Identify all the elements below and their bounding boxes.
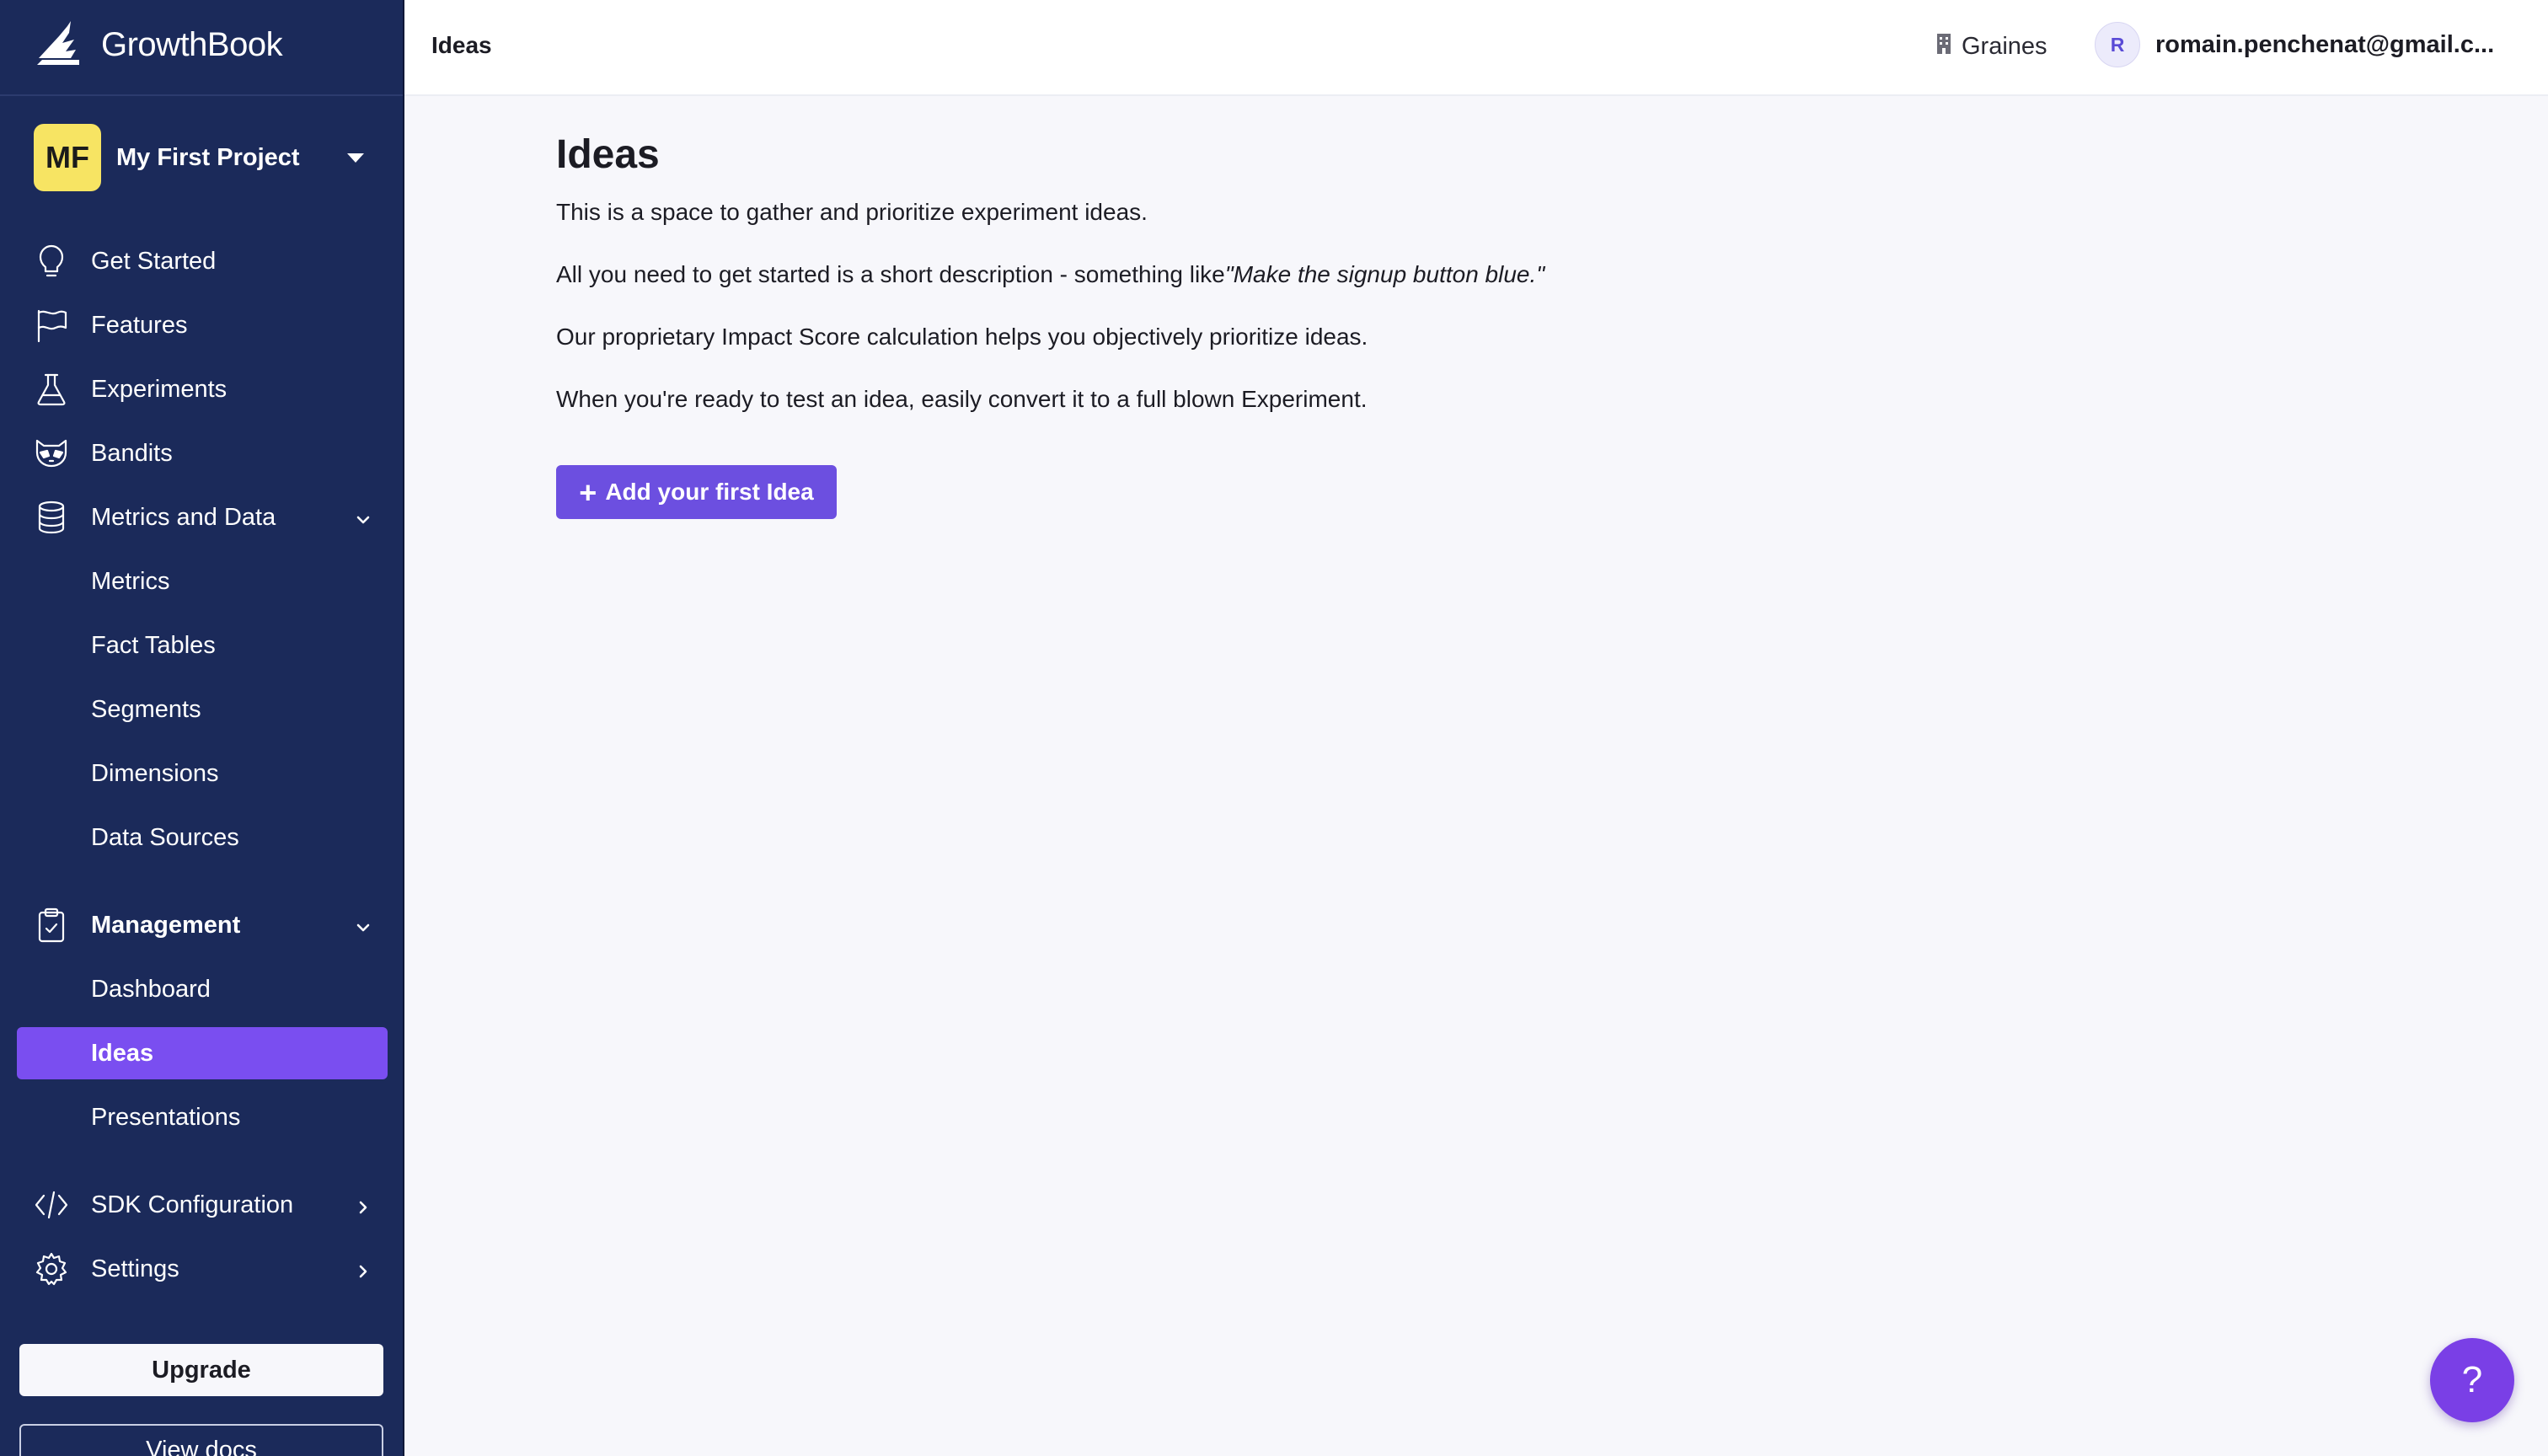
nav-label: Metrics and Data xyxy=(91,503,276,531)
chevron-down-icon xyxy=(354,916,372,934)
nav-metrics[interactable]: Metrics xyxy=(17,555,388,608)
nav-label: Metrics xyxy=(91,567,170,595)
nav-get-started[interactable]: Get Started xyxy=(17,235,388,287)
nav-label: Settings xyxy=(91,1255,179,1282)
logo[interactable]: GrowthBook xyxy=(34,15,283,74)
help-button[interactable]: ? xyxy=(2430,1338,2514,1422)
nav-label: SDK Configuration xyxy=(91,1191,294,1218)
database-icon xyxy=(34,500,69,535)
nav-fact-tables[interactable]: Fact Tables xyxy=(17,619,388,672)
nav-dashboard[interactable]: Dashboard xyxy=(17,963,388,1015)
plus-icon: + xyxy=(579,475,597,510)
example-quote: "Make the signup button blue." xyxy=(1224,261,1545,287)
nav-label: Get Started xyxy=(91,247,217,275)
nav-label: Dashboard xyxy=(91,975,211,1003)
nav-label: Data Sources xyxy=(91,823,239,851)
add-first-idea-button[interactable]: + Add your first Idea xyxy=(556,465,837,519)
impact-score-text: Our proprietary Impact Score calculation… xyxy=(556,324,1368,350)
nav-experiments[interactable]: Experiments xyxy=(17,363,388,415)
page-breadcrumb: Ideas xyxy=(431,32,492,58)
nav-data-sources[interactable]: Data Sources xyxy=(17,811,388,864)
button-label: Add your first Idea xyxy=(605,479,814,505)
flag-icon xyxy=(34,308,69,343)
org-selector[interactable]: Graines xyxy=(1933,30,2048,62)
caret-down-icon xyxy=(347,153,364,163)
project-selector[interactable]: MF My First Project xyxy=(34,123,379,192)
nav-sdk-configuration[interactable]: SDK Configuration xyxy=(17,1179,388,1231)
flask-icon xyxy=(34,372,69,407)
nav-features[interactable]: Features xyxy=(17,299,388,351)
view-docs-button[interactable]: View docs xyxy=(19,1424,383,1456)
nav-bandits[interactable]: Bandits xyxy=(17,427,388,479)
divider xyxy=(0,94,403,96)
nav-settings[interactable]: Settings xyxy=(17,1243,388,1295)
convert-text: When you're ready to test an idea, easil… xyxy=(556,386,1368,412)
chevron-right-icon xyxy=(354,1260,372,1278)
intro-text: This is a space to gather and prioritize… xyxy=(556,199,1148,225)
growthbook-logo-icon xyxy=(34,18,83,72)
top-bar: Ideas Graines R romain.penchenat@gmail.c… xyxy=(404,0,2548,96)
nav-label: Experiments xyxy=(91,375,228,403)
user-menu[interactable]: R romain.penchenat@gmail.c... xyxy=(2095,22,2494,67)
project-avatar: MF xyxy=(34,124,101,191)
nav-management[interactable]: Management xyxy=(17,899,388,951)
nav-label: Presentations xyxy=(91,1103,241,1131)
nav-ideas[interactable]: Ideas xyxy=(17,1027,388,1079)
chevron-down-icon xyxy=(354,508,372,527)
app-name: GrowthBook xyxy=(101,25,283,63)
avatar: R xyxy=(2095,22,2140,67)
building-icon xyxy=(1933,30,1962,62)
nav-label: Ideas xyxy=(91,1039,154,1067)
nav-label: Features xyxy=(91,311,188,339)
nav-presentations[interactable]: Presentations xyxy=(17,1091,388,1143)
nav-label: Dimensions xyxy=(91,759,219,787)
raccoon-icon xyxy=(34,436,69,471)
org-name: Graines xyxy=(1962,32,2048,60)
page-title: Ideas xyxy=(556,132,660,177)
upgrade-button[interactable]: Upgrade xyxy=(19,1344,383,1396)
clipboard-check-icon xyxy=(34,907,69,943)
chevron-right-icon xyxy=(354,1196,372,1214)
nav-label: Segments xyxy=(91,695,201,723)
nav-label: Fact Tables xyxy=(91,631,216,659)
gear-icon xyxy=(34,1251,69,1287)
nav-label: Bandits xyxy=(91,439,173,467)
main-content: Ideas This is a space to gather and prio… xyxy=(556,131,2410,519)
code-icon xyxy=(34,1187,69,1223)
sidebar: GrowthBook MF My First Project Get Start… xyxy=(0,0,404,1456)
user-email: romain.penchenat@gmail.c... xyxy=(2155,30,2495,58)
description-prefix: All you need to get started is a short d… xyxy=(556,261,1225,287)
nav-segments[interactable]: Segments xyxy=(17,683,388,736)
project-name: My First Project xyxy=(116,143,300,171)
description-text: All you need to get started is a short d… xyxy=(556,261,1544,288)
nav-label: Management xyxy=(91,911,241,939)
lightbulb-icon xyxy=(34,244,69,279)
nav-dimensions[interactable]: Dimensions xyxy=(17,747,388,800)
nav-metrics-and-data[interactable]: Metrics and Data xyxy=(17,491,388,543)
